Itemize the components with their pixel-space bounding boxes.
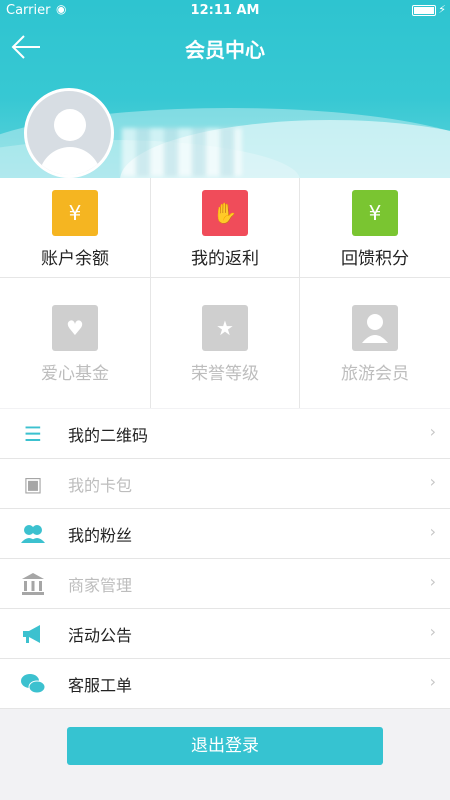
menu-list: ☰ 我的二维码 › ▣ 我的卡包 › 我的粉丝 › 商家管理 › 活动公告 › … xyxy=(0,409,450,709)
blurred-username xyxy=(122,128,242,176)
menu-item-announcements[interactable]: 活动公告 › xyxy=(0,609,450,659)
feature-grid: ¥ 账户余额 ✋ 我的返利 ¥ 回馈积分 ♥ 爱心基金 ★ 荣誉等级 旅游会员 xyxy=(0,178,450,408)
grid-item-honor-level[interactable]: ★ 荣誉等级 xyxy=(150,293,300,408)
menu-item-fans[interactable]: 我的粉丝 › xyxy=(0,509,450,559)
chevron-right-icon: › xyxy=(429,622,436,641)
grid-item-label: 荣誉等级 xyxy=(191,364,259,384)
grid-item-charity-fund[interactable]: ♥ 爱心基金 xyxy=(0,293,150,408)
hand-coins-icon: ✋ xyxy=(202,190,248,236)
badge-star-icon: ★ xyxy=(202,305,248,351)
grid-item-label: 旅游会员 xyxy=(341,364,409,384)
chat-bubbles-icon xyxy=(20,671,46,697)
fans-group-icon xyxy=(20,521,46,547)
chevron-right-icon: › xyxy=(429,572,436,591)
grid-item-points[interactable]: ¥ 回馈积分 xyxy=(300,178,450,293)
chevron-right-icon: › xyxy=(429,672,436,691)
grid-item-label: 我的返利 xyxy=(191,249,259,269)
grid-item-travel-member[interactable]: 旅游会员 xyxy=(300,293,450,408)
chevron-right-icon: › xyxy=(429,472,436,491)
grid-item-balance[interactable]: ¥ 账户余额 xyxy=(0,178,150,293)
menu-item-merchant[interactable]: 商家管理 › xyxy=(0,559,450,609)
bank-building-icon xyxy=(20,571,46,597)
menu-item-qrcode[interactable]: ☰ 我的二维码 › xyxy=(0,409,450,459)
avatar-head xyxy=(54,109,86,141)
profile-header: Carrier ◉ 12:11 AM ⚡ 会员中心 xyxy=(0,0,450,178)
chevron-right-icon: › xyxy=(429,422,436,441)
menu-item-label: 商家管理 xyxy=(68,576,133,595)
menu-item-label: 我的二维码 xyxy=(68,426,149,445)
grid-item-label: 爱心基金 xyxy=(41,364,109,384)
megaphone-icon xyxy=(20,621,46,647)
page-title: 会员中心 xyxy=(185,38,265,62)
grid-item-rebate[interactable]: ✋ 我的返利 xyxy=(150,178,300,293)
grid-item-label: 账户余额 xyxy=(41,249,109,269)
hearts-icon: ♥ xyxy=(52,305,98,351)
menu-item-label: 我的卡包 xyxy=(68,476,133,495)
menu-item-label: 活动公告 xyxy=(68,626,133,645)
list-lines-icon: ☰ xyxy=(24,422,42,446)
logout-button[interactable]: 退出登录 xyxy=(67,727,383,765)
menu-item-support-ticket[interactable]: 客服工单 › xyxy=(0,659,450,709)
battery-icon xyxy=(412,5,436,16)
menu-item-label: 我的粉丝 xyxy=(68,526,133,545)
grid-item-label: 回馈积分 xyxy=(341,249,409,269)
status-bar: Carrier ◉ 12:11 AM ⚡ xyxy=(0,0,450,22)
charging-icon: ⚡ xyxy=(438,3,446,16)
menu-item-label: 客服工单 xyxy=(68,676,133,695)
menu-item-card-wallet[interactable]: ▣ 我的卡包 › xyxy=(0,459,450,509)
wallet-yen-icon: ¥ xyxy=(52,190,98,236)
card-wallet-icon: ▣ xyxy=(23,472,43,496)
avatar[interactable] xyxy=(24,88,114,178)
person-icon xyxy=(352,305,398,351)
status-time: 12:11 AM xyxy=(190,3,260,18)
avatar-body xyxy=(39,147,101,175)
coins-stack-icon: ¥ xyxy=(352,190,398,236)
chevron-right-icon: › xyxy=(429,522,436,541)
